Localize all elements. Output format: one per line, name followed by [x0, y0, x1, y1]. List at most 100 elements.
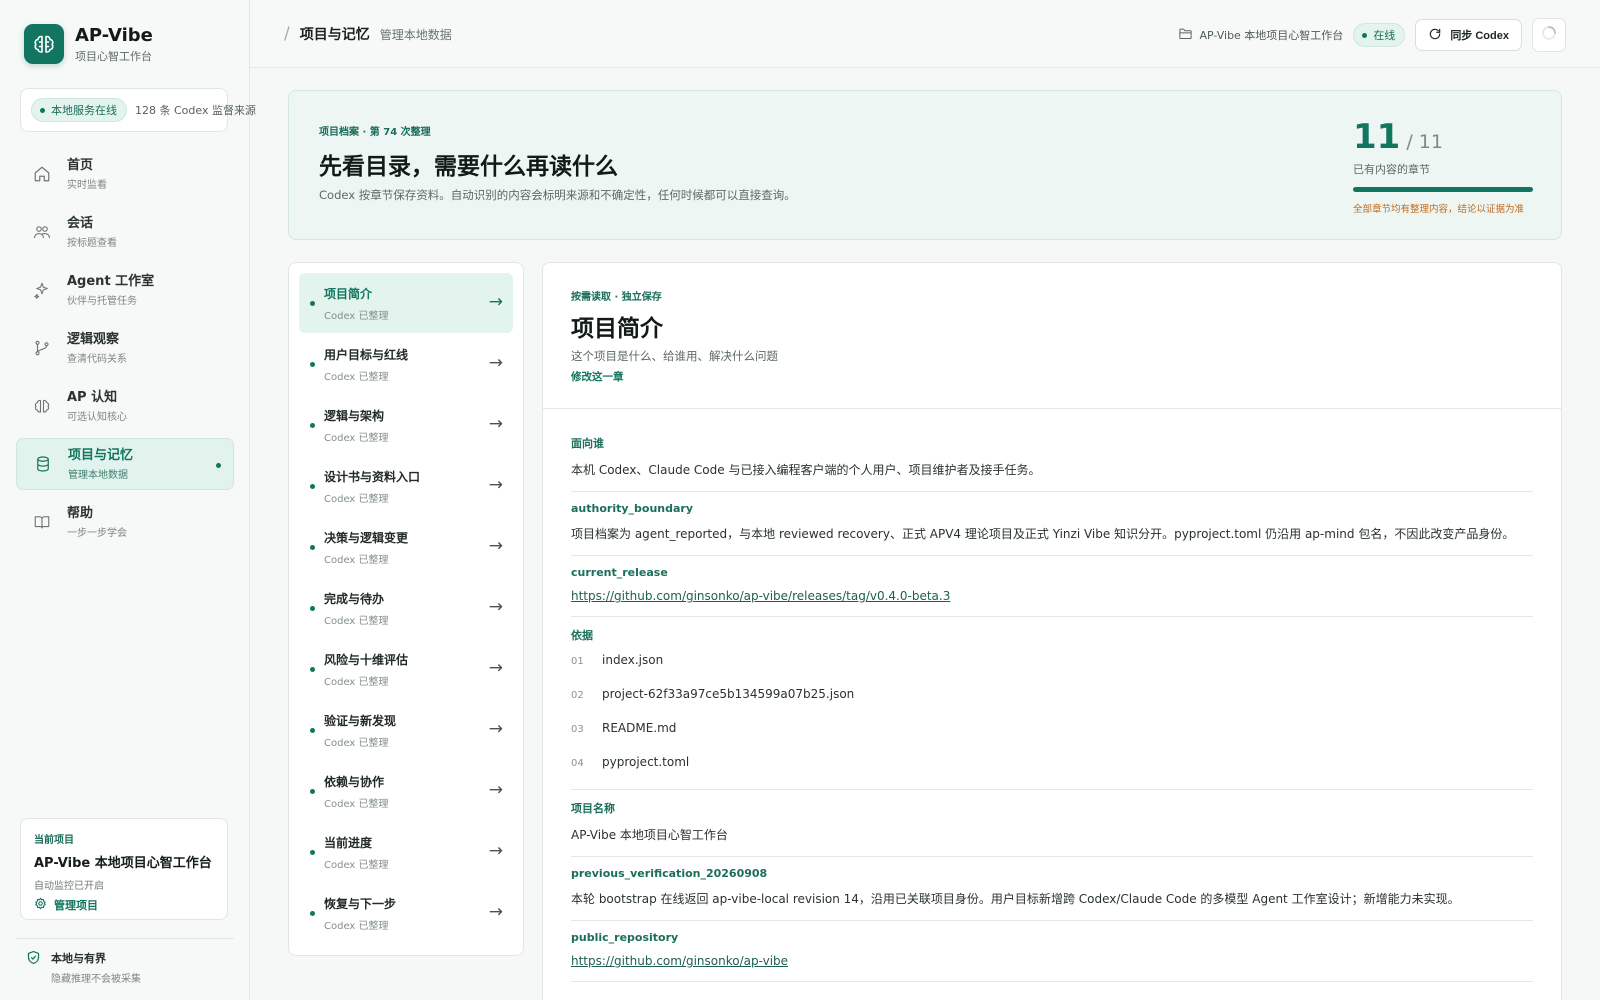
project-archive-hero: 项目档案 · 第 74 次整理 先看目录，需要什么再读什么 Codex 按章节保…	[288, 90, 1562, 240]
page-subtitle: 管理本地数据	[379, 28, 452, 42]
sidebar-item-logic[interactable]: 逻辑观察 查清代码关系	[16, 322, 234, 374]
detail-title: 项目简介	[571, 316, 663, 342]
chapter-status-dot	[310, 545, 315, 550]
sidebar-item-label: 帮助	[67, 506, 94, 521]
boundary-subtitle: 隐藏推理不会被采集	[51, 974, 141, 985]
evidence-item[interactable]: 01 index.json	[571, 653, 1533, 677]
field-value: 项目档案为 agent_reported，与本地 reviewed recove…	[571, 527, 1515, 541]
chapter-count: 11	[1353, 117, 1401, 157]
sidebar-nav: 首页 实时监看 会话 按标题查看 Agent 工作室 伙伴与托管任务 逻辑观察 …	[16, 148, 234, 554]
branch-icon	[32, 338, 52, 358]
field-key: public_repository	[571, 931, 679, 944]
workspace-name-text: AP-Vibe 本地项目心智工作台	[1199, 29, 1344, 42]
brain-logo-icon	[24, 24, 64, 64]
chapter-stat-label: 已有内容的章节	[1353, 163, 1430, 176]
manage-project-link[interactable]: 管理项目	[34, 897, 214, 913]
chapter-item[interactable]: 设计书与资料入口 Codex 已整理 →	[299, 456, 513, 516]
edit-chapter-link[interactable]: 修改这一章	[571, 369, 624, 384]
chapter-item[interactable]: 风险与十维评估 Codex 已整理 →	[299, 639, 513, 699]
sidebar-item-ap-cognition[interactable]: AP 认知 可选认知核心	[16, 380, 234, 432]
current-project-card: 当前项目 AP-Vibe 本地项目心智工作台 自动监控已开启 管理项目	[20, 818, 228, 920]
evidence-item[interactable]: 03 README.md	[571, 721, 1533, 745]
evidence-file: README.md	[602, 721, 677, 735]
sidebar-item-projects-memory[interactable]: 项目与记忆 管理本地数据	[16, 438, 234, 490]
chapter-status: Codex 已整理	[324, 737, 389, 749]
chapter-item[interactable]: 逻辑与架构 Codex 已整理 →	[299, 395, 513, 455]
field-key: 项目名称	[571, 802, 615, 815]
chapter-item[interactable]: 项目简介 Codex 已整理 →	[299, 273, 513, 333]
evidence-file: pyproject.toml	[602, 755, 690, 769]
status-dot	[40, 107, 45, 113]
chapter-item[interactable]: 恢复与下一步 Codex 已整理 →	[299, 883, 513, 943]
chapter-title: 验证与新发现	[324, 713, 397, 728]
chapter-item[interactable]: 用户目标与红线 Codex 已整理 →	[299, 334, 513, 394]
chapter-item[interactable]: 完成与待办 Codex 已整理 →	[299, 578, 513, 638]
field-key: current_release	[571, 566, 668, 579]
sidebar-item-sub: 管理本地数据	[68, 470, 128, 481]
field-audience: 面向谁 本机 Codex、Claude Code 与已接入编程客户端的个人用户、…	[571, 425, 1533, 492]
sidebar-item-sessions[interactable]: 会话 按标题查看	[16, 206, 234, 258]
sidebar-item-help[interactable]: 帮助 一步一步学会	[16, 496, 234, 548]
chapter-title: 设计书与资料入口	[324, 469, 421, 484]
chapter-stat: 11 / 11 已有内容的章节 全部章节均有整理内容，结论以证据为准	[1353, 117, 1533, 215]
chapter-progress-fill	[1353, 187, 1533, 192]
chapter-status: Codex 已整理	[324, 859, 389, 871]
evidence-item[interactable]: 02 project-62f33a97ce5b134599a07b25.json	[571, 687, 1533, 711]
chapter-item[interactable]: 依赖与协作 Codex 已整理 →	[299, 761, 513, 821]
evidence-item[interactable]: 04 pyproject.toml	[571, 755, 1533, 779]
arrow-right-icon: →	[488, 353, 503, 373]
sync-codex-button[interactable]: 同步 Codex	[1415, 19, 1522, 51]
current-project-status: 自动监控已开启	[34, 881, 104, 892]
sidebar-item-label: AP 认知	[67, 390, 118, 405]
evidence-number: 01	[571, 656, 584, 667]
chapter-status-dot	[310, 728, 315, 733]
arrow-right-icon: →	[488, 536, 503, 556]
service-status-text: 本地服务在线	[51, 104, 117, 117]
online-status-badge: 在线	[1353, 23, 1406, 47]
sidebar-item-label: 逻辑观察	[67, 332, 120, 347]
service-status-card: 本地服务在线 128 条 Codex 监督来源	[20, 88, 256, 132]
book-icon	[32, 512, 52, 532]
chapter-stat-note: 全部章节均有整理内容，结论以证据为准	[1353, 204, 1525, 215]
chapter-item[interactable]: 决策与逻辑变更 Codex 已整理 →	[299, 517, 513, 577]
chapter-status: Codex 已整理	[324, 615, 389, 627]
sidebar-item-label: 首页	[67, 158, 94, 173]
chapter-item[interactable]: 验证与新发现 Codex 已整理 →	[299, 700, 513, 760]
arrow-right-icon: →	[488, 597, 503, 617]
field-authority-boundary: authority_boundary 项目档案为 agent_reported，…	[571, 492, 1533, 556]
field-key: previous_verification_20260908	[571, 867, 768, 880]
chapter-status: Codex 已整理	[324, 798, 389, 810]
arrow-right-icon: →	[488, 902, 503, 922]
online-status-text: 在线	[1373, 29, 1396, 42]
sidebar-item-home[interactable]: 首页 实时监看	[16, 148, 234, 200]
brand[interactable]: AP-Vibe 项目心智工作台	[24, 24, 153, 64]
chapter-status: Codex 已整理	[324, 676, 389, 688]
chapter-status: Codex 已整理	[324, 920, 389, 932]
sidebar-item-agent-studio[interactable]: Agent 工作室 伙伴与托管任务	[16, 264, 234, 316]
arrow-right-icon: →	[488, 780, 503, 800]
evidence-file: project-62f33a97ce5b134599a07b25.json	[602, 687, 855, 701]
sidebar-item-sub: 一步一步学会	[67, 528, 127, 539]
evidence-number: 02	[571, 690, 584, 701]
loading-indicator[interactable]	[1532, 18, 1566, 52]
repository-link[interactable]: https://github.com/ginsonko/ap-vibe	[571, 954, 788, 968]
chapter-title: 决策与逻辑变更	[324, 530, 409, 545]
source-count: 128 条 Codex 监督来源	[135, 104, 256, 117]
chapter-status-dot	[310, 911, 315, 916]
current-project-title: AP-Vibe 本地项目心智工作台	[34, 856, 212, 871]
chapter-status: Codex 已整理	[324, 493, 389, 505]
sidebar-item-label: 会话	[67, 216, 94, 231]
chapter-detail-panel: 按需读取 · 独立保存 项目简介 这个项目是什么、给谁用、解决什么问题 修改这一…	[542, 262, 1562, 1000]
chapter-status: Codex 已整理	[324, 432, 389, 444]
chapter-list: 项目简介 Codex 已整理 → 用户目标与红线 Codex 已整理 → 逻辑与架构…	[288, 262, 524, 956]
chapter-status: Codex 已整理	[324, 371, 389, 383]
chapter-item[interactable]: 当前进度 Codex 已整理 →	[299, 822, 513, 882]
sidebar-divider	[16, 938, 234, 939]
workspace-name[interactable]: AP-Vibe 本地项目心智工作台	[1178, 26, 1343, 44]
hero-title: 先看目录，需要什么再读什么	[319, 154, 618, 180]
manage-project-label: 管理项目	[54, 899, 98, 912]
arrow-right-icon: →	[488, 841, 503, 861]
hero-kicker: 项目档案 · 第 74 次整理	[319, 127, 431, 138]
chapter-title: 依赖与协作	[324, 774, 385, 789]
release-link[interactable]: https://github.com/ginsonko/ap-vibe/rele…	[571, 589, 950, 603]
